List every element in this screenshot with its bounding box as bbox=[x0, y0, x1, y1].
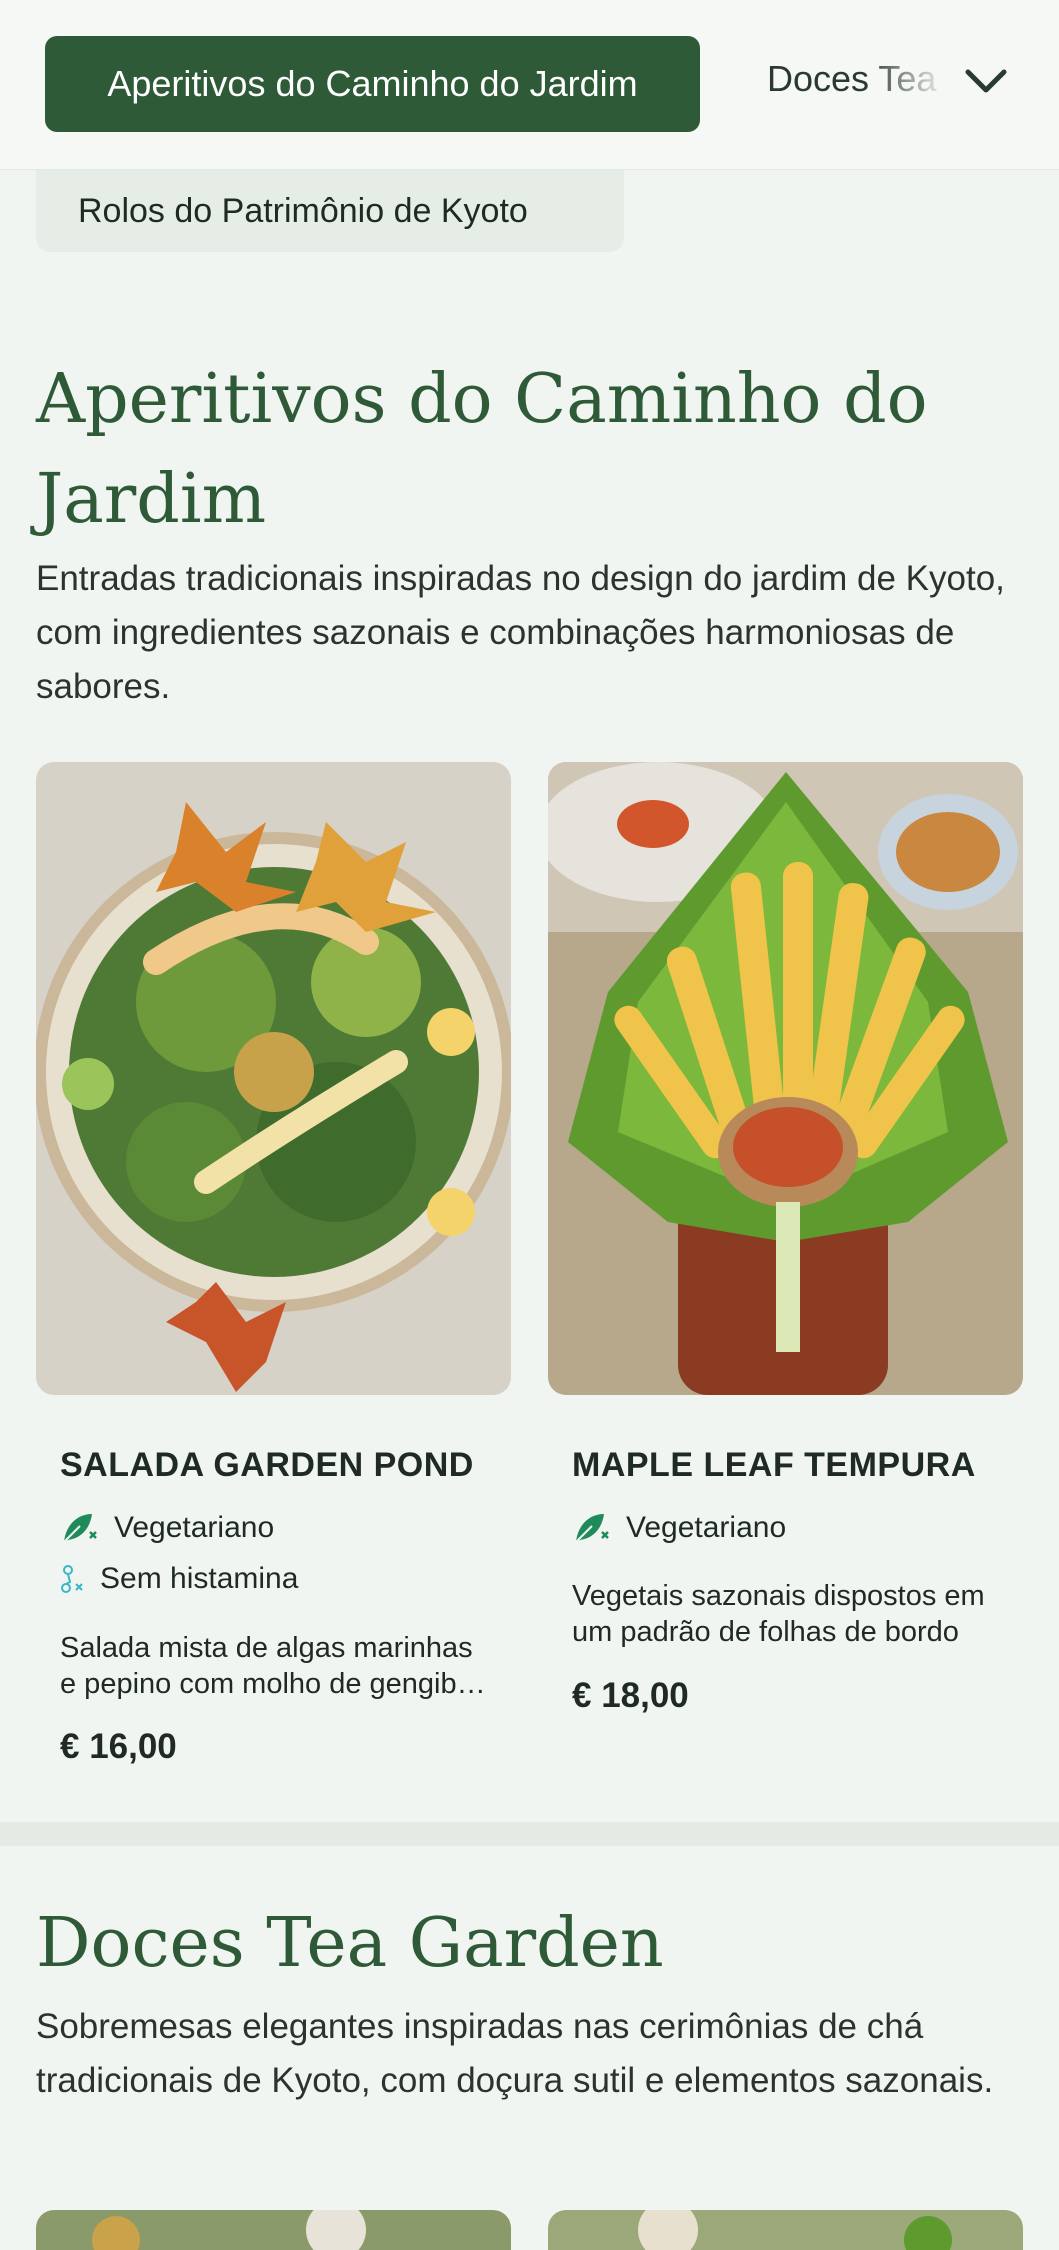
tag-label: Sem histamina bbox=[100, 1562, 299, 1595]
menu-item-card[interactable]: MAPLE LEAF TEMPURA Vegetariano Vegetais … bbox=[548, 762, 1023, 1715]
menu-item-card[interactable]: SALADA GARDEN POND Vegetariano Sem hista… bbox=[36, 762, 511, 1766]
section-title: Doces Tea Garden bbox=[36, 1904, 664, 1983]
molecule-icon bbox=[61, 1565, 83, 1593]
dish-name: SALADA GARDEN POND bbox=[60, 1446, 474, 1484]
section-title: Aperitivos do Caminho do Jardim bbox=[36, 360, 928, 539]
dish-image-tempura bbox=[548, 762, 1023, 1395]
tag-histamine-free: Sem histamina bbox=[60, 1562, 298, 1596]
tag-vegetarian: Vegetariano bbox=[60, 1510, 274, 1546]
dish-name: MAPLE LEAF TEMPURA bbox=[572, 1446, 976, 1484]
tab-rolos[interactable]: Rolos do Patrimônio de Kyoto bbox=[36, 170, 624, 252]
tab-aperitivos[interactable]: Aperitivos do Caminho do Jardim bbox=[45, 36, 700, 132]
section-divider bbox=[0, 1822, 1059, 1846]
section-description: Sobremesas elegantes inspiradas nas ceri… bbox=[36, 2007, 994, 2100]
tag-vegetarian: Vegetariano bbox=[572, 1510, 786, 1546]
dish-price: € 18,00 bbox=[572, 1676, 689, 1715]
dish-description: Vegetais sazonais dispostos em um padrão… bbox=[572, 1580, 985, 1648]
leaf-icon bbox=[63, 1514, 97, 1543]
category-nav: Aperitivos do Caminho do Jardim Doces Te… bbox=[0, 0, 1059, 170]
tag-label: Vegetariano bbox=[114, 1511, 275, 1544]
section-description: Entradas tradicionais inspiradas no desi… bbox=[36, 559, 1005, 706]
leaf-icon bbox=[575, 1514, 609, 1543]
tab-doces[interactable]: Doces Tea Garden bbox=[767, 58, 947, 110]
chevron-down-icon[interactable] bbox=[962, 62, 1010, 102]
tag-label: Vegetariano bbox=[626, 1511, 787, 1544]
dish-description: Salada mista de algas marinhas e pepino … bbox=[60, 1632, 483, 1700]
dish-image-partial[interactable] bbox=[548, 2210, 1023, 2250]
dish-image-salad bbox=[36, 762, 511, 1395]
dish-price: € 16,00 bbox=[60, 1727, 177, 1766]
dish-image-partial[interactable] bbox=[36, 2210, 511, 2250]
